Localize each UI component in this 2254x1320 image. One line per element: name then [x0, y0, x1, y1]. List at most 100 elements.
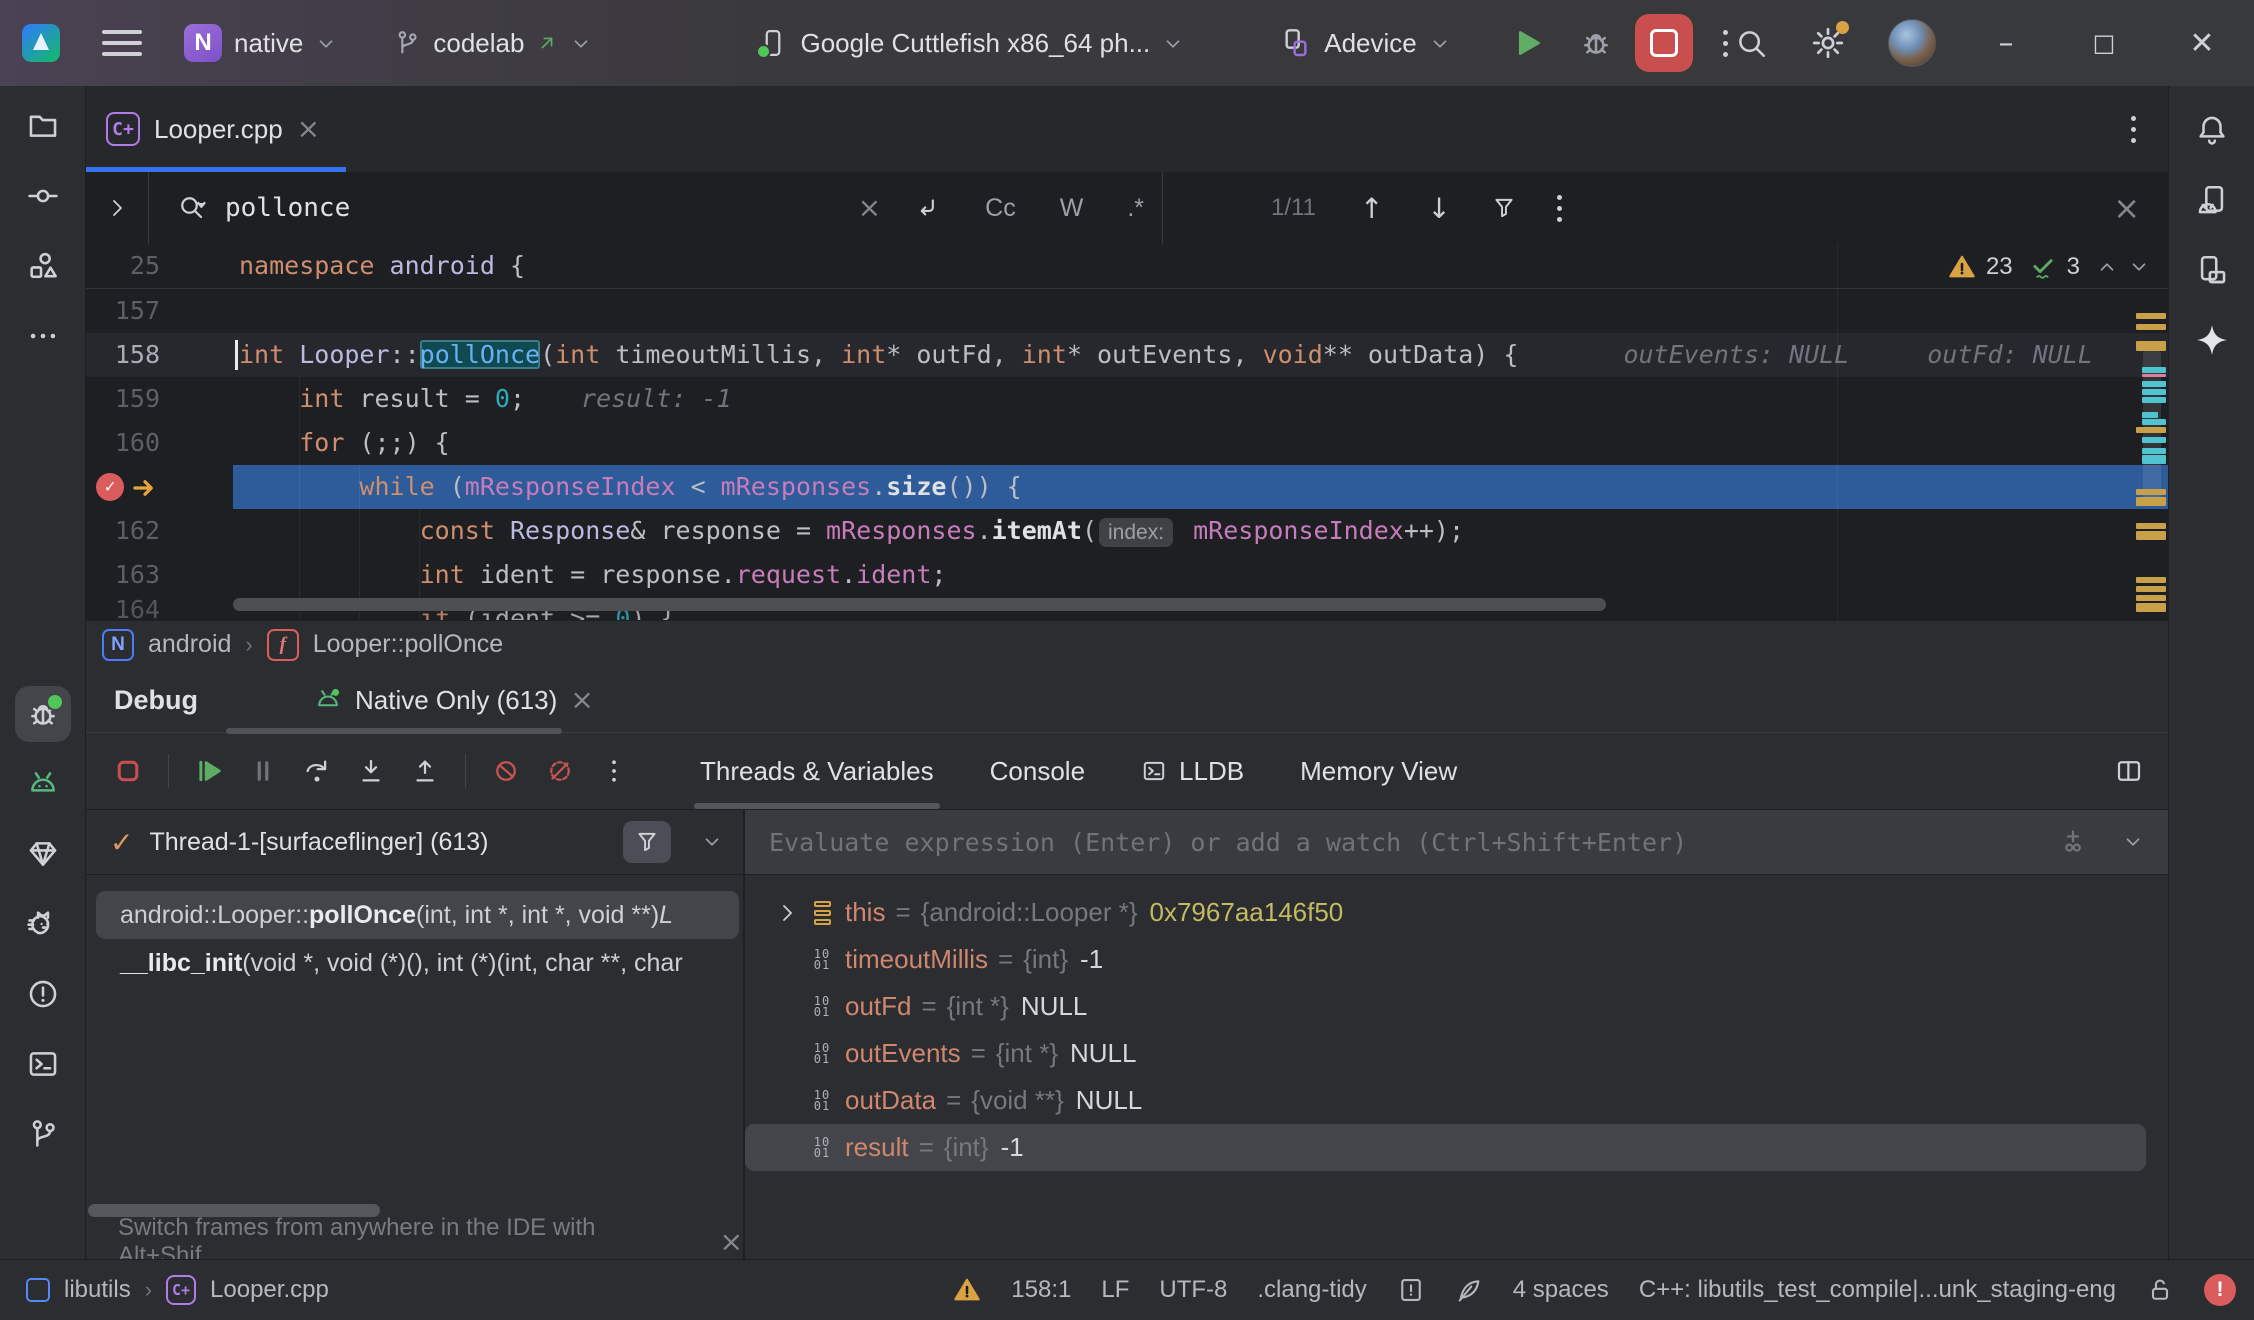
readme-icon[interactable] [1397, 1276, 1425, 1304]
gutter[interactable]: 160 [86, 421, 233, 465]
step-out-button[interactable] [403, 749, 447, 793]
stripe-mark[interactable] [2142, 389, 2166, 395]
code-text[interactable]: int ident = response.request.ident; [233, 553, 2168, 597]
stripe-mark[interactable] [2136, 324, 2166, 330]
stripe-mark[interactable] [2142, 448, 2166, 454]
user-avatar[interactable] [1888, 19, 1936, 67]
stripe-mark[interactable] [2142, 374, 2166, 377]
sidebar-item-android-head-icon[interactable] [15, 756, 71, 812]
breadcrumb-namespace[interactable]: android [148, 630, 231, 659]
pause-button[interactable] [241, 749, 285, 793]
sidebar-item-commit-icon[interactable] [15, 168, 71, 224]
expand-search-icon[interactable] [86, 172, 149, 244]
frames-filter-button[interactable] [623, 821, 671, 863]
code-text[interactable]: while (mResponseIndex < mResponses.size(… [233, 465, 2168, 509]
lock-open-icon[interactable] [2146, 1276, 2174, 1304]
line-ending[interactable]: LF [1101, 1276, 1129, 1304]
statusbar-file[interactable]: Looper.cpp [210, 1276, 329, 1304]
sidebar-item-logcat-cat-icon[interactable] [15, 896, 71, 952]
vcs-branch-selector[interactable]: codelab [393, 28, 592, 59]
sidebar-item-folder-icon[interactable] [15, 98, 71, 154]
gutter[interactable]: 162 [86, 509, 233, 553]
editor-options-icon[interactable] [2125, 110, 2142, 149]
code-text[interactable]: int result = 0;result: -1 [233, 377, 2168, 421]
code-text[interactable]: int Looper::pollOnce(int timeoutMillis, … [233, 333, 2168, 377]
minimize-button[interactable]: – [1978, 26, 2034, 61]
variable-row[interactable]: this={android::Looper *}0x7967aa146f50 [745, 889, 2168, 936]
variables-list[interactable]: this={android::Looper *}0x7967aa146f5010… [745, 875, 2168, 1263]
sidebar-item-bell-icon[interactable] [2184, 102, 2240, 158]
previous-match-icon[interactable]: ↑ [1360, 192, 1383, 225]
stack-frame-row[interactable]: __libc_init(void *, void (*)(), int (*)(… [86, 939, 743, 987]
statusbar-module[interactable]: libutils [64, 1276, 131, 1304]
build-configuration[interactable]: C++: libutils_test_compile|...unk_stagin… [1639, 1276, 2116, 1304]
main-menu-icon[interactable] [102, 30, 142, 56]
gutter[interactable]: 25 [86, 244, 233, 288]
match-case-toggle[interactable]: Cc [985, 194, 1016, 223]
error-stripe-column[interactable] [2134, 244, 2168, 620]
indent-setting[interactable]: 4 spaces [1513, 1276, 1609, 1304]
feather-pen-icon[interactable] [1455, 1276, 1483, 1304]
stripe-mark[interactable] [2142, 381, 2166, 387]
stripe-mark[interactable] [2136, 577, 2166, 583]
debug-button[interactable] [1579, 26, 1613, 60]
stripe-mark[interactable] [2136, 489, 2166, 495]
run-button[interactable] [1511, 26, 1545, 60]
next-problem-icon[interactable] [2128, 256, 2150, 278]
stop-button[interactable] [1635, 14, 1693, 72]
more-actions-icon[interactable] [1717, 24, 1734, 63]
tab-lldb[interactable]: LLDB [1141, 733, 1244, 809]
sidebar-item-problems-icon[interactable] [15, 966, 71, 1022]
stripe-mark[interactable] [2136, 531, 2166, 540]
variable-row[interactable]: 1001outEvents={int *}NULL [745, 1030, 2168, 1077]
search-options-icon[interactable] [1551, 189, 1568, 228]
stripe-mark[interactable] [2136, 341, 2166, 351]
evaluate-expression-bar[interactable]: Evaluate expression (Enter) or add a wat… [745, 810, 2168, 874]
step-over-button[interactable] [295, 749, 339, 793]
resume-button[interactable] [187, 749, 231, 793]
stripe-mark[interactable] [2136, 595, 2166, 601]
variable-row[interactable]: 1001result={int}-1 [745, 1124, 2146, 1171]
variable-row[interactable]: 1001outData={void **}NULL [745, 1077, 2168, 1124]
dismiss-hint-icon[interactable]: × [720, 1228, 743, 1256]
variable-row[interactable]: 1001timeoutMillis={int}-1 [745, 936, 2168, 983]
sidebar-item-gemini-star-icon[interactable] [2184, 312, 2240, 368]
newline-toggle-icon[interactable] [913, 194, 941, 222]
search-filter-icon[interactable] [1491, 195, 1517, 221]
breakpoint-icon[interactable]: ✓ [96, 473, 124, 501]
chevron-down-icon[interactable] [701, 831, 723, 853]
clear-search-icon[interactable]: × [858, 194, 881, 222]
view-breakpoints-button[interactable] [484, 749, 528, 793]
warning-icon[interactable] [953, 1276, 981, 1304]
more-options-button[interactable] [592, 749, 636, 793]
stripe-mark[interactable] [2136, 313, 2166, 319]
gutter[interactable]: 164 [86, 597, 233, 620]
chevron-down-icon[interactable] [2122, 831, 2144, 853]
stripe-mark[interactable] [2136, 603, 2166, 612]
step-into-button[interactable] [349, 749, 393, 793]
search-query[interactable]: pollonce [225, 193, 840, 223]
sidebar-item-terminal-icon[interactable] [15, 1036, 71, 1092]
inspections-widget[interactable]: 23 3 [1940, 248, 2158, 286]
sidebar-item-device-manager-icon[interactable] [2184, 172, 2240, 228]
expand-chevron-icon[interactable] [775, 901, 799, 925]
horizontal-scrollbar[interactable] [233, 598, 1606, 611]
gutter[interactable]: 163 [86, 553, 233, 597]
stripe-mark[interactable] [2136, 497, 2166, 506]
code-text[interactable]: for (;;) { [233, 421, 2168, 465]
stack-frame-row[interactable]: android::Looper::pollOnce(int, int *, in… [96, 891, 739, 939]
caret-position[interactable]: 158:1 [1011, 1276, 1071, 1304]
close-window-button[interactable]: ✕ [2174, 26, 2230, 61]
stripe-mark[interactable] [2136, 586, 2166, 592]
code-text[interactable]: const Response& response = mResponses.it… [233, 509, 2168, 553]
variable-row[interactable]: 1001outFd={int *}NULL [745, 983, 2168, 1030]
stripe-mark[interactable] [2136, 427, 2166, 433]
thread-selector[interactable]: ✓ Thread-1-[surfaceflinger] (613) [86, 810, 745, 874]
code-text[interactable]: namespace android { [233, 244, 2168, 288]
sidebar-item-git-branch-icon[interactable] [15, 1106, 71, 1162]
close-tab-icon[interactable]: × [297, 115, 320, 143]
search-field[interactable]: pollonce × Cc W .* [149, 172, 1163, 244]
tab-console[interactable]: Console [990, 733, 1085, 809]
gutter[interactable]: 159 [86, 377, 233, 421]
stripe-mark[interactable] [2142, 419, 2166, 425]
